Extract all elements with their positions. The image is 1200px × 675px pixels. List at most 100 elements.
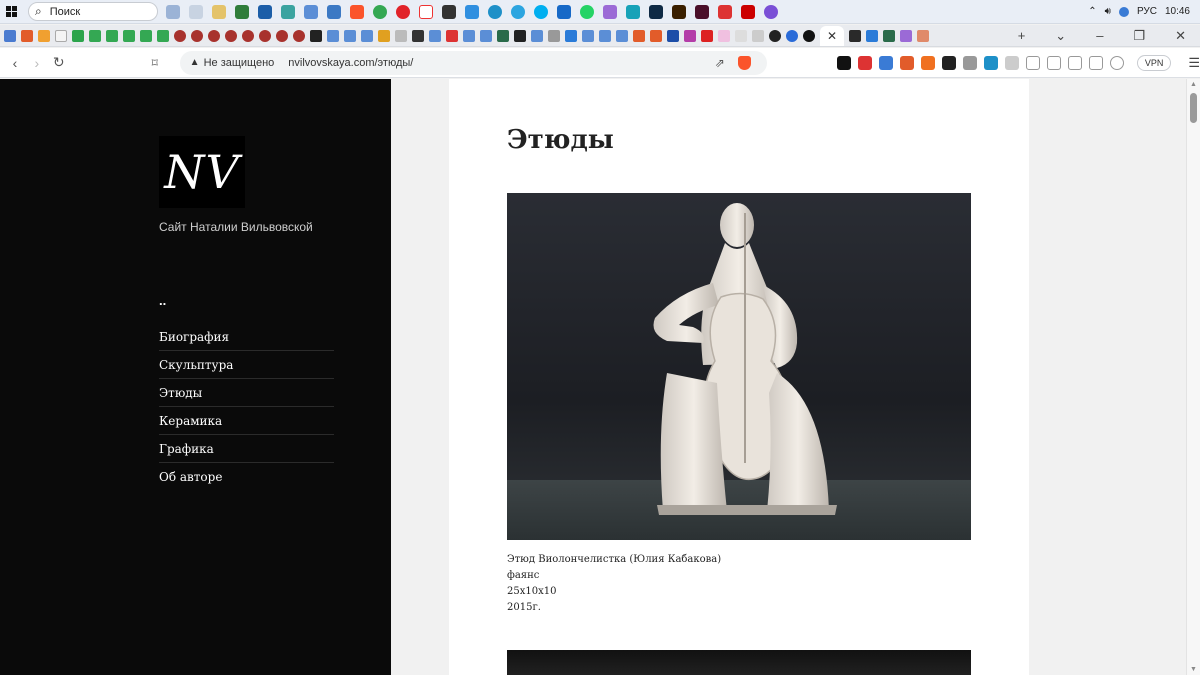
restore-icon[interactable]: ❐ [1133,28,1145,44]
tab-favicon[interactable] [191,29,203,42]
skype-icon[interactable] [534,4,548,19]
tab-favicon[interactable] [514,29,526,42]
tab-favicon[interactable] [140,29,152,42]
url-text[interactable]: nvilvovskaya.com/этюды/ [288,57,413,69]
wallet-icon[interactable] [1088,55,1103,70]
tab-favicon[interactable] [157,29,169,42]
tab-list-chevron-icon[interactable]: ⌄ [1055,28,1066,44]
tab-favicon[interactable] [38,29,50,42]
extension-icon[interactable] [878,55,893,70]
windows-start-button[interactable] [0,0,22,24]
tab-favicon[interactable] [378,29,390,42]
extension-icon[interactable] [920,55,935,70]
yandex-icon[interactable] [419,4,433,19]
active-tab-close-icon[interactable]: ✕ [820,25,844,46]
extension-icon[interactable] [962,55,977,70]
tab-favicon[interactable] [310,29,322,42]
tab-favicon[interactable] [599,29,611,42]
nav-item-about[interactable]: Об авторе [159,463,334,491]
volume-icon[interactable]: 🔊︎ [1105,6,1111,17]
minimize-icon[interactable]: – [1096,28,1103,44]
next-sculpture-photo[interactable] [507,650,971,675]
tab-favicon[interactable] [446,29,458,42]
network-icon[interactable] [1118,6,1129,17]
vscode-icon[interactable] [465,4,479,19]
extension-icon[interactable] [941,55,956,70]
tab-favicon[interactable] [480,29,492,42]
acrobat-icon[interactable] [741,4,755,19]
url-field[interactable]: ⌑ ▲ Не защищено nvilvovskaya.com/этюды/ … [152,50,767,75]
tab-favicon[interactable] [866,29,878,42]
illustrator-icon[interactable] [672,4,686,19]
app-icon[interactable] [327,4,341,19]
whatsapp-icon[interactable] [580,4,594,19]
telegram-icon[interactable] [511,4,525,19]
tab-favicon[interactable] [752,29,764,42]
menu-icon[interactable]: ☰ [1188,55,1200,71]
tab-favicon[interactable] [667,29,679,42]
nav-item-etudes[interactable]: Этюды [159,379,334,407]
app-icon[interactable] [235,4,249,19]
share-icon[interactable]: ⇗ [715,56,725,70]
tab-favicon[interactable] [769,29,781,42]
tab-favicon[interactable] [883,29,895,42]
tab-favicon[interactable] [565,29,577,42]
app-icon[interactable] [718,4,732,19]
chrome-icon[interactable] [373,4,387,19]
scroll-thumb[interactable] [1190,93,1197,123]
tab-favicon[interactable] [497,29,509,42]
tab-favicon[interactable] [429,29,441,42]
tab-favicon[interactable] [786,29,798,42]
app-icon[interactable] [442,4,456,19]
extension-icon[interactable] [983,55,998,70]
app-icon[interactable] [764,4,778,19]
tab-favicon[interactable] [633,29,645,42]
tab-favicon[interactable] [463,29,475,42]
tab-favicon[interactable] [718,29,730,42]
tab-favicon[interactable] [616,29,628,42]
app-icon[interactable] [304,4,318,19]
app-icon[interactable] [212,4,226,19]
taskbar-search[interactable]: ⌕ Поиск [28,2,158,21]
tab-favicon[interactable] [701,29,713,42]
forward-icon[interactable]: › [26,55,48,71]
leo-icon[interactable] [1109,55,1124,70]
language-indicator[interactable]: РУС [1137,6,1157,17]
tab-favicon[interactable] [735,29,747,42]
new-tab-icon[interactable]: + [1018,28,1026,44]
page-scrollbar[interactable]: ▲ ▼ [1186,79,1200,675]
tab-favicon[interactable] [650,29,662,42]
app-icon[interactable] [258,4,272,19]
extension-icon[interactable] [1025,55,1040,70]
tab-favicon[interactable] [803,29,815,42]
app-icon[interactable] [557,4,571,19]
tab-favicon[interactable] [208,29,220,42]
tab-favicon[interactable] [259,29,271,42]
edge-icon[interactable] [488,4,502,19]
tab-favicon[interactable] [242,29,254,42]
tab-favicon[interactable] [849,29,861,42]
tab-favicon[interactable] [344,29,356,42]
reload-icon[interactable]: ↻ [48,54,70,71]
sidebar-icon[interactable] [1067,55,1082,70]
app-icon[interactable] [281,4,295,19]
tab-favicon[interactable] [395,29,407,42]
nav-item-ceramics[interactable]: Керамика [159,407,334,435]
security-label[interactable]: Не защищено [204,57,275,69]
app-icon[interactable] [189,4,203,19]
tab-favicon[interactable] [684,29,696,42]
tab-favicon[interactable] [4,29,16,42]
tab-favicon[interactable] [89,29,101,42]
indesign-icon[interactable] [695,4,709,19]
vpn-button[interactable]: VPN [1136,54,1172,71]
app-icon[interactable] [626,4,640,19]
tab-favicon[interactable] [582,29,594,42]
puzzle-icon[interactable] [1046,55,1061,70]
nav-item-sculpture[interactable]: Скульптура [159,351,334,379]
brave-shields-icon[interactable] [737,55,751,70]
app-icon[interactable] [166,4,180,19]
tab-favicon[interactable] [412,29,424,42]
tab-favicon[interactable] [72,29,84,42]
tab-favicon[interactable] [327,29,339,42]
tab-favicon[interactable] [225,29,237,42]
